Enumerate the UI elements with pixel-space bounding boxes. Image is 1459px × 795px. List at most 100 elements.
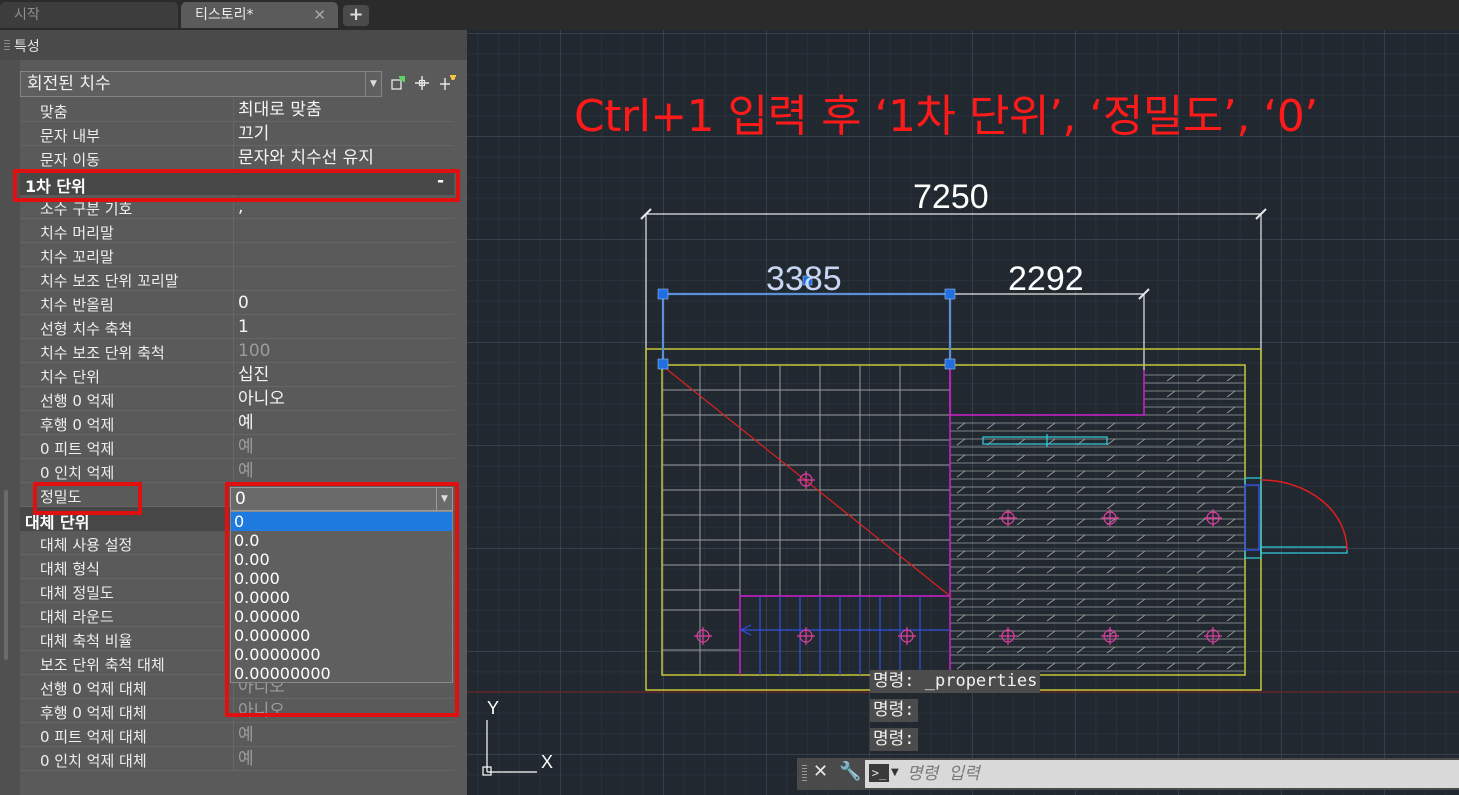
- prop-value[interactable]: 예: [233, 411, 454, 435]
- column-marker-cross: [1101, 509, 1119, 527]
- palette-title-bar[interactable]: 특성: [0, 30, 467, 60]
- object-type-select[interactable]: 회전된 치수 ▼: [20, 71, 382, 97]
- prop-label: 선행 0 억제: [40, 392, 115, 410]
- prop-value[interactable]: [233, 243, 454, 267]
- ucs-y-label: Y: [487, 698, 500, 718]
- prop-value[interactable]: 0: [233, 291, 454, 315]
- ucs-x-label: X: [541, 752, 554, 772]
- prop-label: 선형 치수 축척: [40, 320, 133, 338]
- tab-label: 시작: [14, 7, 40, 23]
- object-type-value: 회전된 치수: [27, 74, 111, 94]
- prop-value[interactable]: 문자와 치수선 유지: [233, 146, 454, 170]
- grip-icon[interactable]: [802, 765, 807, 783]
- prop-row-dim-roundoff[interactable]: 치수 반올림 0: [20, 291, 454, 315]
- dimension-overall: [640, 208, 1267, 360]
- prop-row-dim-units[interactable]: 치수 단위 십진: [20, 363, 454, 387]
- prop-value: 예: [233, 435, 454, 459]
- chevron-down-icon[interactable]: ▼: [365, 72, 381, 96]
- prop-label: 문자 이동: [40, 151, 100, 169]
- prop-label: 치수 반올림: [40, 296, 114, 314]
- chevron-down-icon[interactable]: ▼: [891, 763, 899, 783]
- command-history-line: 명령:: [870, 728, 918, 751]
- prop-value[interactable]: 아니오: [233, 387, 454, 411]
- prop-label: 치수 보조 단위 꼬리말: [40, 272, 179, 290]
- prop-row-dim-sub-units-suffix[interactable]: 치수 보조 단위 꼬리말: [20, 267, 454, 291]
- dimension-right: [950, 288, 1150, 370]
- highlight-precision-dropdown: [225, 482, 459, 717]
- prop-label: 후행 0 억제 대체: [40, 704, 147, 722]
- tab-start[interactable]: 시작: [0, 2, 178, 28]
- cyan-elements: [982, 434, 1348, 559]
- prop-label: 0 인치 억제: [40, 464, 115, 482]
- prop-value[interactable]: [233, 219, 454, 243]
- quick-select-icon[interactable]: [390, 75, 406, 93]
- prop-label: 0 피트 억제: [40, 440, 115, 458]
- prop-row-fit[interactable]: 맞춤 최대로 맞춤: [20, 98, 454, 122]
- prop-label: 치수 보조 단위 축척: [40, 344, 165, 362]
- command-history-line: 명령:: [870, 699, 918, 722]
- command-line-bar: ✕ 🔧 >_ ▼: [797, 758, 1459, 790]
- prop-label: 치수 머리말: [40, 224, 114, 242]
- prop-row-suppress-zero-feet[interactable]: 0 피트 억제 예: [20, 435, 454, 459]
- prop-row-text-inside[interactable]: 문자 내부 끄기: [20, 122, 454, 146]
- prop-value[interactable]: 십진: [233, 363, 454, 387]
- close-icon[interactable]: ✕: [313, 2, 326, 28]
- prop-row-text-movement[interactable]: 문자 이동 문자와 치수선 유지: [20, 146, 454, 170]
- new-tab-button[interactable]: +: [343, 5, 369, 26]
- dimension-text-overall: 7250: [913, 178, 989, 216]
- diagonal-line: [663, 366, 951, 597]
- blue-lines: [739, 596, 950, 675]
- highlight-precision-label: [33, 482, 142, 515]
- tab-tistory[interactable]: 티스토리* ✕: [181, 2, 338, 28]
- right-hatch: [950, 374, 1245, 672]
- prop-row-suppress-zero-inches[interactable]: 0 인치 억제 예: [20, 459, 454, 483]
- prop-value[interactable]: 최대로 맞춤: [233, 98, 454, 122]
- prop-row-dim-prefix[interactable]: 치수 머리말: [20, 219, 454, 243]
- prop-label: 문자 내부: [40, 127, 100, 145]
- close-icon[interactable]: ✕: [813, 761, 828, 782]
- prop-value[interactable]: 끄기: [233, 122, 454, 146]
- column-marker-cross: [999, 509, 1017, 527]
- prop-label: 대체 형식: [40, 560, 100, 578]
- prop-value[interactable]: [233, 267, 454, 291]
- prop-label: 대체 라운드: [40, 608, 114, 626]
- wrench-icon[interactable]: 🔧: [839, 761, 861, 782]
- document-tab-bar: 시작 티스토리* ✕ +: [0, 0, 1459, 30]
- dimension-left-selected: [661, 292, 952, 364]
- prop-label: 후행 0 억제: [40, 416, 115, 434]
- prop-label: 치수 단위: [40, 368, 100, 386]
- prop-row-linear-scale[interactable]: 선형 치수 축척 1: [20, 315, 454, 339]
- prop-row-alt-suppress-feet[interactable]: 0 피트 억제 대체 예: [20, 723, 454, 747]
- column-marker-cross: [1204, 627, 1222, 645]
- select-objects-icon[interactable]: [414, 75, 430, 93]
- column-marker-cross: [999, 627, 1017, 645]
- prop-label: 0 피트 억제 대체: [40, 728, 147, 746]
- ucs-icon: [482, 720, 537, 776]
- command-prompt-icon[interactable]: >_: [869, 764, 889, 782]
- prop-label: 대체 사용 설정: [40, 536, 133, 554]
- prop-value: 예: [233, 747, 454, 771]
- prop-row-sub-units-scale[interactable]: 치수 보조 단위 축척 100: [20, 339, 454, 363]
- prop-value[interactable]: 1: [233, 315, 454, 339]
- prop-value: 예: [233, 459, 454, 483]
- prop-label: 선행 0 억제 대체: [40, 680, 147, 698]
- drawing-canvas[interactable]: Ctrl+1 입력 후 ‘1차 단위’, ‘정밀도’, ‘0’ 7250 338…: [467, 30, 1459, 795]
- prop-row-suppress-leading-zeros[interactable]: 선행 0 억제 아니오: [20, 387, 454, 411]
- grip-icon[interactable]: [4, 40, 10, 50]
- prop-label: 대체 축척 비율: [40, 632, 133, 650]
- prop-label: 0 인치 억제 대체: [40, 752, 147, 770]
- dimension-text-right: 2292: [1008, 260, 1084, 298]
- palette-title: 특성: [14, 39, 40, 55]
- prop-label: 맞춤: [40, 103, 68, 121]
- column-marker-cross: [1101, 627, 1119, 645]
- column-marker-cross: [694, 627, 712, 645]
- prop-value: 100: [233, 339, 454, 363]
- command-input[interactable]: [907, 760, 1455, 788]
- palette-scrollbar[interactable]: [4, 490, 8, 660]
- column-markers: [694, 471, 1222, 645]
- prop-row-dim-suffix[interactable]: 치수 꼬리말: [20, 243, 454, 267]
- toggle-pickadd-icon[interactable]: [439, 73, 456, 93]
- dimension-text-left[interactable]: 3385: [766, 260, 842, 299]
- prop-row-alt-suppress-inches[interactable]: 0 인치 억제 대체 예: [20, 747, 454, 771]
- prop-row-suppress-trailing-zeros[interactable]: 후행 0 억제 예: [20, 411, 454, 435]
